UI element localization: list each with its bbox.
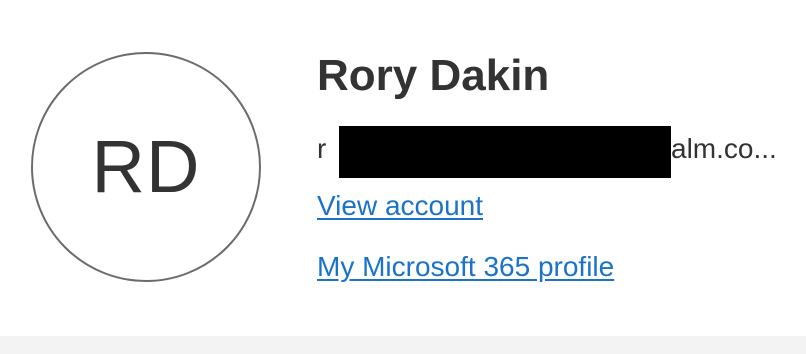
footer-divider [0,336,806,354]
user-display-name: Rory Dakin [317,51,550,100]
account-manager-card: RD Rory Dakin r alm.co... View account M… [0,0,806,354]
avatar-initials: RD [91,125,201,208]
user-email: r alm.co... [317,126,777,178]
avatar: RD [31,52,261,282]
redaction-block [339,126,671,178]
email-suffix: alm.co... [671,133,777,164]
email-prefix: r [317,133,327,164]
microsoft-365-profile-link[interactable]: My Microsoft 365 profile [317,250,614,284]
view-account-link[interactable]: View account [317,189,483,223]
